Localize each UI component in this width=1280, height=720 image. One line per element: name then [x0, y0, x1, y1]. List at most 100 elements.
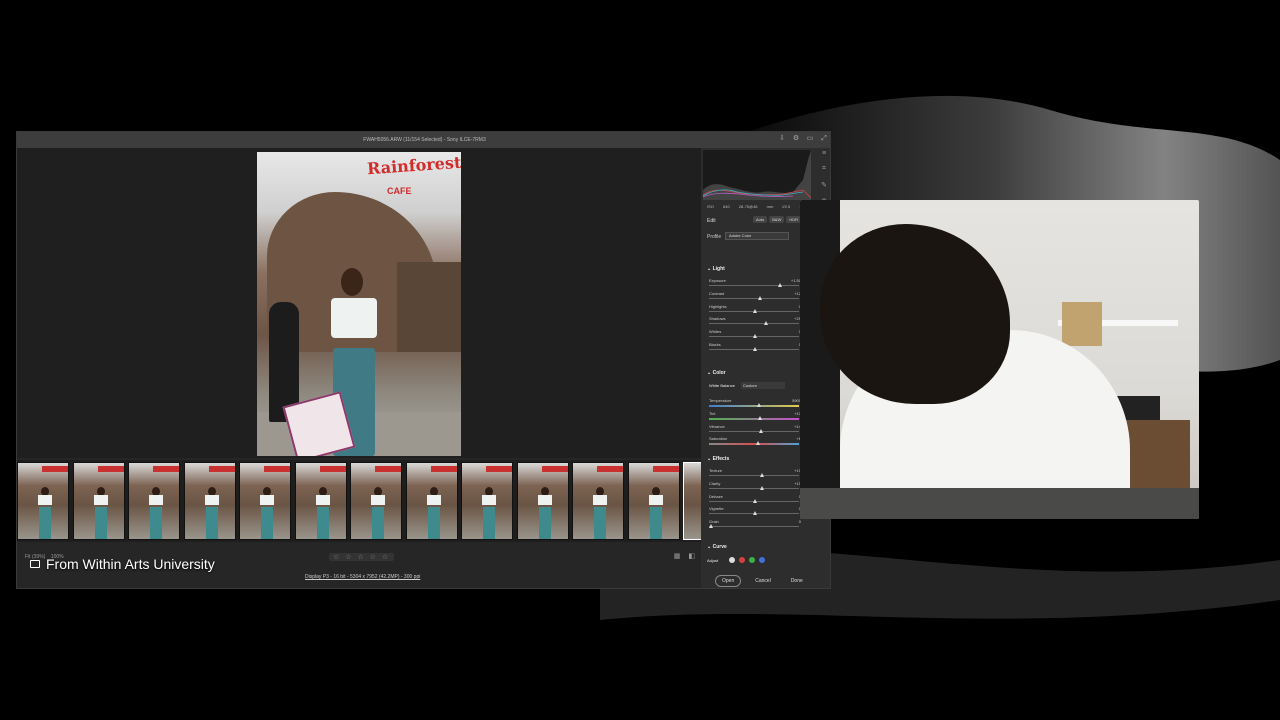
- crop-tool-icon[interactable]: ⌗: [822, 165, 826, 173]
- slider-blacks[interactable]: Blacks0: [709, 342, 801, 354]
- slider-saturation[interactable]: Saturation +6: [709, 436, 801, 448]
- file-info-link[interactable]: Display P3 - 16 bit - 5304 x 7952 (42.2M…: [305, 574, 420, 580]
- thumb-jeans: [205, 507, 218, 539]
- done-button[interactable]: Done: [785, 576, 809, 586]
- curve-channel-dot[interactable]: [749, 557, 755, 563]
- edit-tool-icon[interactable]: ≡: [822, 150, 826, 157]
- slider-temperature[interactable]: Temperature 5900: [709, 398, 801, 410]
- filmstrip-thumb[interactable]: [294, 462, 347, 540]
- slider-knob[interactable]: [759, 428, 764, 433]
- download-icon[interactable]: ⇩: [778, 135, 786, 143]
- filmstrip-thumb[interactable]: [183, 462, 236, 540]
- gear-icon[interactable]: ⚙: [792, 135, 800, 143]
- slider-vibrance[interactable]: Vibrance +14: [709, 424, 801, 436]
- filmstrip[interactable]: [17, 460, 701, 542]
- slider-knob[interactable]: [758, 295, 763, 300]
- slider-track[interactable]: [709, 417, 799, 420]
- slider-label: Exposure: [709, 278, 726, 283]
- section-curve-header[interactable]: ⌄ Curve: [707, 544, 727, 550]
- filmstrip-thumb[interactable]: [461, 462, 513, 540]
- open-button[interactable]: Open: [715, 575, 742, 587]
- filmstrip-thumb[interactable]: [405, 462, 458, 540]
- star-rating[interactable]: ☆ ☆ ☆ ☆ ☆: [329, 553, 395, 561]
- slider-track[interactable]: [709, 285, 799, 286]
- slider-label: Vignette: [709, 506, 724, 512]
- curve-channel-dot[interactable]: [759, 557, 765, 563]
- slider-track[interactable]: [709, 430, 799, 432]
- filmstrip-thumb[interactable]: [516, 462, 569, 540]
- slider-track[interactable]: [709, 297, 799, 299]
- slider-knob[interactable]: [755, 441, 760, 446]
- thumb-sign: [486, 466, 512, 472]
- thumb-shirt: [149, 495, 163, 505]
- slider-track[interactable]: [709, 443, 799, 446]
- filmstrip-thumb[interactable]: [572, 462, 624, 540]
- section-effects-header[interactable]: ⌄ Effects: [707, 456, 729, 462]
- profile-select[interactable]: Adobe Color: [725, 232, 789, 240]
- thumb-shirt: [648, 495, 663, 505]
- filmstrip-thumb[interactable]: [627, 462, 680, 540]
- heal-tool-icon[interactable]: ✎: [821, 181, 827, 189]
- slider-tint[interactable]: Tint +10: [709, 411, 801, 423]
- slider-exposure[interactable]: Exposure +1.50: [709, 278, 801, 290]
- compare-icon[interactable]: ◧: [688, 552, 695, 560]
- slider-dehaze[interactable]: Dehaze0: [709, 494, 801, 506]
- slider-knob[interactable]: [753, 347, 757, 351]
- slider-label: Saturation: [709, 436, 728, 442]
- curve-channel-dot[interactable]: [739, 557, 745, 563]
- slider-value[interactable]: 0: [799, 519, 801, 524]
- slider-texture[interactable]: Texture +15: [709, 468, 801, 480]
- slider-track[interactable]: [709, 475, 799, 476]
- slider-grain[interactable]: Grain 0: [709, 519, 801, 531]
- hdr-button[interactable]: HDR: [786, 216, 802, 223]
- thumb-sign: [541, 466, 568, 472]
- thumb-sign: [208, 466, 235, 472]
- title-bar: FWAH5056.ARW (11/154 Selected) - Sony IL…: [17, 132, 830, 148]
- section-light-header[interactable]: ⌄ Light: [707, 266, 725, 272]
- filmstrip-thumb[interactable]: [683, 462, 701, 540]
- curve-channel-dot[interactable]: [729, 557, 735, 563]
- slider-knob[interactable]: [753, 308, 757, 313]
- filmstrip-thumb[interactable]: [350, 462, 402, 540]
- slider-clarity[interactable]: Clarity +15: [709, 481, 801, 493]
- auto-button[interactable]: Auto: [753, 216, 768, 223]
- filmstrip-thumb[interactable]: [72, 462, 125, 540]
- slider-knob[interactable]: [753, 511, 757, 516]
- bw-button[interactable]: B&W: [769, 216, 785, 223]
- cancel-button[interactable]: Cancel: [749, 576, 777, 586]
- white-balance-select[interactable]: Custom: [741, 382, 785, 389]
- filmstrip-thumb[interactable]: [128, 462, 180, 540]
- main-photo[interactable]: Rainforest CAFE: [257, 152, 461, 456]
- slider-highlights[interactable]: Highlights0: [709, 304, 801, 316]
- slider-knob[interactable]: [753, 334, 757, 339]
- slider-shadows[interactable]: Shadows +25: [709, 316, 801, 328]
- slider-knob[interactable]: [753, 498, 757, 503]
- slider-knob[interactable]: [709, 524, 713, 529]
- filmstrip-icon[interactable]: ▦: [674, 552, 681, 560]
- slider-knob[interactable]: [777, 283, 782, 287]
- filmstrip-thumb[interactable]: [239, 462, 291, 540]
- slider-contrast[interactable]: Contrast +12: [709, 291, 801, 303]
- slider-knob[interactable]: [763, 321, 768, 326]
- slider-label: Whites: [709, 329, 722, 335]
- slider-track[interactable]: [709, 405, 799, 407]
- slider-whites[interactable]: Whites0: [709, 329, 801, 341]
- slider-knob[interactable]: [757, 403, 762, 407]
- thumb-sign: [42, 466, 68, 472]
- expand-icon[interactable]: ⤢: [820, 135, 828, 143]
- slider-track[interactable]: [709, 487, 799, 489]
- slider-knob[interactable]: [758, 415, 763, 420]
- slider-knob[interactable]: [760, 485, 765, 490]
- slider-knob[interactable]: [760, 473, 765, 477]
- slider-track[interactable]: [709, 526, 799, 528]
- slider-label: Clarity: [709, 480, 721, 486]
- thumb-jeans: [316, 507, 329, 539]
- slider-vignette[interactable]: Vignette0: [709, 506, 801, 518]
- fullscreen-icon[interactable]: ▭: [806, 135, 814, 143]
- filmstrip-thumb[interactable]: [17, 462, 69, 540]
- edit-label: Edit: [707, 218, 716, 224]
- section-color-header[interactable]: ⌄ Color: [707, 370, 726, 376]
- tool-column: ≡ ⌗ ✎ ◉: [818, 150, 830, 205]
- slider-track[interactable]: [709, 323, 799, 325]
- image-canvas[interactable]: Rainforest CAFE: [17, 148, 701, 458]
